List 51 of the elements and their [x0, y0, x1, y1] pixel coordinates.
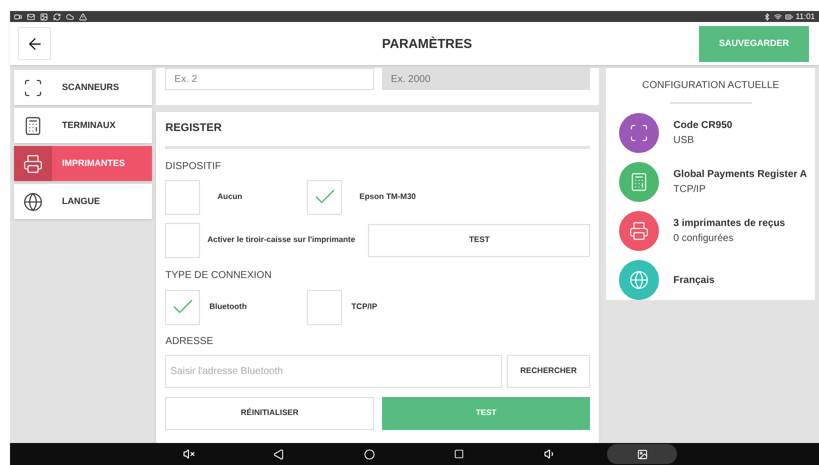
wifi-icon	[774, 12, 782, 20]
checkbox[interactable]	[165, 180, 200, 214]
config-name: 3 imprimantes de reçus	[673, 217, 786, 231]
scanner-icon	[23, 78, 43, 98]
config-name: Français	[673, 274, 715, 288]
screenshot-button[interactable]	[607, 444, 677, 464]
config-detail: 0 configurées	[673, 232, 734, 246]
checkbox-label: Activer le tiroir-caisse sur l'imprimante	[207, 234, 356, 246]
cloud-icon	[66, 12, 74, 20]
section-label: TYPE DE CONNEXION	[165, 268, 273, 282]
section-label: ADRESSE	[165, 334, 214, 348]
scanner-icon	[629, 123, 650, 143]
checkbox-label: TCP/IP	[351, 301, 378, 313]
section-label: DISPOSITIF	[165, 160, 222, 174]
sidebar-item[interactable]: SCANNEURS	[14, 70, 152, 105]
test-button[interactable]: TEST	[368, 224, 590, 256]
config-name: Global Payments Register A	[673, 168, 807, 182]
globe-icon	[23, 192, 43, 212]
battery-icon	[784, 12, 793, 20]
sidebar-item[interactable]: LANGUE	[14, 184, 152, 219]
back-icon[interactable]	[273, 448, 284, 460]
reset-button[interactable]: RÉINITIALISER	[165, 396, 374, 430]
checkbox-label: Aucun	[217, 191, 242, 203]
screenshot-icon	[636, 448, 648, 460]
recents-icon[interactable]	[454, 449, 464, 459]
input-field[interactable]: Ex. 2	[165, 68, 374, 90]
checkbox[interactable]	[165, 290, 200, 324]
checkbox[interactable]	[307, 180, 342, 214]
clock: 11:01	[796, 12, 815, 20]
globe-icon	[629, 270, 650, 290]
checkbox-label: Bluetooth	[209, 301, 247, 313]
address-field[interactable]: Saisir l'adresse Bluetooth	[165, 354, 502, 388]
page-title: PARAMÈTRES	[382, 34, 472, 53]
config-detail: USB	[673, 134, 695, 148]
card-title: REGISTER	[165, 121, 223, 136]
volume-up-icon[interactable]	[544, 448, 556, 460]
printer-icon	[629, 221, 650, 241]
card-title: CONFIGURATION ACTUELLE	[642, 79, 780, 93]
back-button[interactable]	[18, 27, 51, 60]
printer-icon	[23, 154, 43, 174]
volume-down-icon[interactable]	[183, 448, 195, 460]
config-detail: TCP/IP	[673, 183, 707, 197]
video-icon	[14, 12, 22, 20]
home-icon[interactable]	[364, 448, 375, 460]
mail-icon	[27, 12, 35, 20]
sidebar-item[interactable]: TERMINAUX	[14, 108, 152, 143]
checkbox[interactable]	[165, 222, 200, 258]
config-name: Code CR950	[673, 119, 732, 133]
search-button[interactable]: RECHERCHER	[506, 354, 590, 388]
checkbox[interactable]	[307, 290, 342, 324]
checkbox-label: Epson TM-M30	[359, 191, 416, 203]
